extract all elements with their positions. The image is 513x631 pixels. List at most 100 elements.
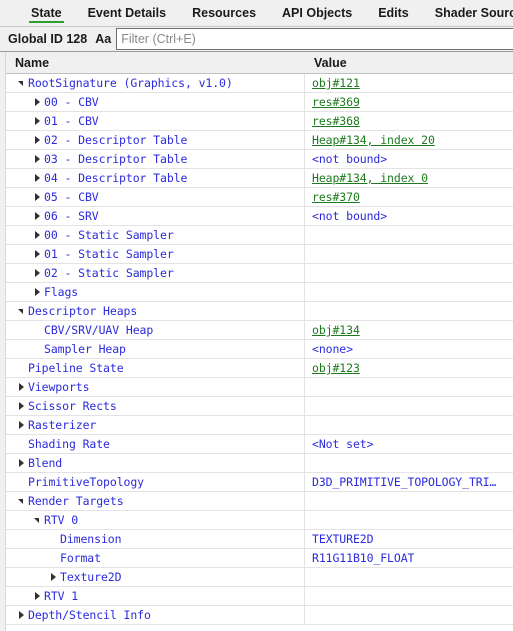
collapse-triangle-icon[interactable] xyxy=(15,492,28,510)
expand-triangle-icon[interactable] xyxy=(47,568,60,586)
expand-triangle-icon[interactable] xyxy=(31,587,44,605)
table-row[interactable]: 01 - Static Sampler xyxy=(6,245,513,264)
expand-triangle-icon[interactable] xyxy=(31,93,44,111)
row-name-cell: RTV 1 xyxy=(6,587,305,605)
row-name-cell: 01 - CBV xyxy=(6,112,305,130)
table-row[interactable]: Rasterizer xyxy=(6,416,513,435)
row-value-link[interactable]: obj#123 xyxy=(312,361,360,375)
expand-triangle-icon[interactable] xyxy=(15,416,28,434)
table-row[interactable]: 00 - Static Sampler xyxy=(6,226,513,245)
row-name-label: RootSignature (Graphics, v1.0) xyxy=(28,76,233,90)
row-value-label: <not bound> xyxy=(312,152,388,166)
table-row[interactable]: Sampler Heap <none> xyxy=(6,340,513,359)
row-value-cell xyxy=(305,245,513,263)
table-row[interactable]: Pipeline State obj#123 xyxy=(6,359,513,378)
expand-triangle-icon[interactable] xyxy=(15,606,28,624)
row-value-cell: res#368 xyxy=(305,112,513,130)
row-name-cell: Rasterizer xyxy=(6,416,305,434)
row-name-cell: Viewports xyxy=(6,378,305,396)
expand-triangle-icon[interactable] xyxy=(15,454,28,472)
tab-state[interactable]: State xyxy=(18,0,75,26)
row-name-label: Dimension xyxy=(60,532,122,546)
tab-resources[interactable]: Resources xyxy=(179,0,269,26)
row-value-cell: obj#123 xyxy=(305,359,513,377)
table-row[interactable]: Blend xyxy=(6,454,513,473)
table-row[interactable]: Render Targets xyxy=(6,492,513,511)
table-row[interactable]: Format R11G11B10_FLOAT xyxy=(6,549,513,568)
expand-triangle-icon[interactable] xyxy=(31,131,44,149)
row-value-label: <Not set> xyxy=(312,437,374,451)
table-row[interactable]: 06 - SRV <not bound> xyxy=(6,207,513,226)
table-row[interactable]: Viewports xyxy=(6,378,513,397)
table-row[interactable]: CBV/SRV/UAV Heap obj#134 xyxy=(6,321,513,340)
tab-shader-sources[interactable]: Shader Sources xyxy=(422,0,513,26)
row-name-label: 01 - CBV xyxy=(44,114,99,128)
expand-triangle-icon[interactable] xyxy=(31,112,44,130)
row-value-link[interactable]: obj#121 xyxy=(312,76,360,90)
table-row[interactable]: 01 - CBV res#368 xyxy=(6,112,513,131)
expand-triangle-icon[interactable] xyxy=(31,188,44,206)
row-value-cell xyxy=(305,492,513,510)
row-value-cell xyxy=(305,454,513,472)
row-value-cell xyxy=(305,264,513,282)
table-row[interactable]: 04 - Descriptor Table Heap#134, index 0 xyxy=(6,169,513,188)
expand-triangle-icon[interactable] xyxy=(31,169,44,187)
collapse-triangle-icon[interactable] xyxy=(31,511,44,529)
table-row[interactable]: RootSignature (Graphics, v1.0) obj#121 xyxy=(6,74,513,93)
table-row[interactable]: 05 - CBV res#370 xyxy=(6,188,513,207)
row-value-cell xyxy=(305,397,513,415)
table-row[interactable]: Descriptor Heaps xyxy=(6,302,513,321)
collapse-triangle-icon[interactable] xyxy=(15,74,28,92)
no-twisty-spacer xyxy=(47,530,60,548)
table-row[interactable]: Depth/Stencil Info xyxy=(6,606,513,625)
row-name-label: 04 - Descriptor Table xyxy=(44,171,188,185)
row-value-cell: R11G11B10_FLOAT xyxy=(305,549,513,567)
tab-api-objects[interactable]: API Objects xyxy=(269,0,365,26)
row-value-link[interactable]: obj#134 xyxy=(312,323,360,337)
row-value-link[interactable]: res#369 xyxy=(312,95,360,109)
column-header-value[interactable]: Value xyxy=(305,56,513,70)
table-row[interactable]: Scissor Rects xyxy=(6,397,513,416)
row-value-cell xyxy=(305,378,513,396)
expand-triangle-icon[interactable] xyxy=(31,150,44,168)
table-row[interactable]: Dimension TEXTURE2D xyxy=(6,530,513,549)
expand-triangle-icon[interactable] xyxy=(31,207,44,225)
expand-triangle-icon[interactable] xyxy=(31,264,44,282)
table-row[interactable]: Flags xyxy=(6,283,513,302)
table-row[interactable]: 02 - Static Sampler xyxy=(6,264,513,283)
expand-triangle-icon[interactable] xyxy=(15,397,28,415)
table-row[interactable]: RTV 0 xyxy=(6,511,513,530)
table-row[interactable]: RTV 1 xyxy=(6,587,513,606)
no-twisty-spacer xyxy=(15,359,28,377)
row-value-link[interactable]: res#368 xyxy=(312,114,360,128)
row-name-label: RTV 1 xyxy=(44,589,79,603)
column-header-name[interactable]: Name xyxy=(6,56,305,70)
row-value-label: TEXTURE2D xyxy=(312,532,374,546)
match-case-toggle[interactable]: Aa xyxy=(95,32,116,46)
row-name-label: Render Targets xyxy=(28,494,124,508)
expand-triangle-icon[interactable] xyxy=(15,378,28,396)
collapse-triangle-icon[interactable] xyxy=(15,302,28,320)
row-value-link[interactable]: Heap#134, index 0 xyxy=(312,171,428,185)
row-name-cell: RTV 0 xyxy=(6,511,305,529)
row-name-cell: Descriptor Heaps xyxy=(6,302,305,320)
table-row[interactable]: 00 - CBV res#369 xyxy=(6,93,513,112)
tab-edits[interactable]: Edits xyxy=(365,0,422,26)
table-row[interactable]: 02 - Descriptor Table Heap#134, index 20 xyxy=(6,131,513,150)
table-row[interactable]: PrimitiveTopology D3D_PRIMITIVE_TOPOLOGY_… xyxy=(6,473,513,492)
row-value-link[interactable]: res#370 xyxy=(312,190,360,204)
table-row[interactable]: 03 - Descriptor Table <not bound> xyxy=(6,150,513,169)
row-name-cell: Render Targets xyxy=(6,492,305,510)
row-value-cell: res#369 xyxy=(305,93,513,111)
expand-triangle-icon[interactable] xyxy=(31,226,44,244)
row-value-link[interactable]: Heap#134, index 20 xyxy=(312,133,435,147)
expand-triangle-icon[interactable] xyxy=(31,245,44,263)
row-name-label: Depth/Stencil Info xyxy=(28,608,151,622)
table-row[interactable]: Texture2D xyxy=(6,568,513,587)
tab-event-details[interactable]: Event Details xyxy=(75,0,180,26)
table-row[interactable]: Shading Rate <Not set> xyxy=(6,435,513,454)
row-value-cell: <Not set> xyxy=(305,435,513,453)
filter-input[interactable] xyxy=(116,28,513,50)
expand-triangle-icon[interactable] xyxy=(31,283,44,301)
row-name-label: Pipeline State xyxy=(28,361,124,375)
